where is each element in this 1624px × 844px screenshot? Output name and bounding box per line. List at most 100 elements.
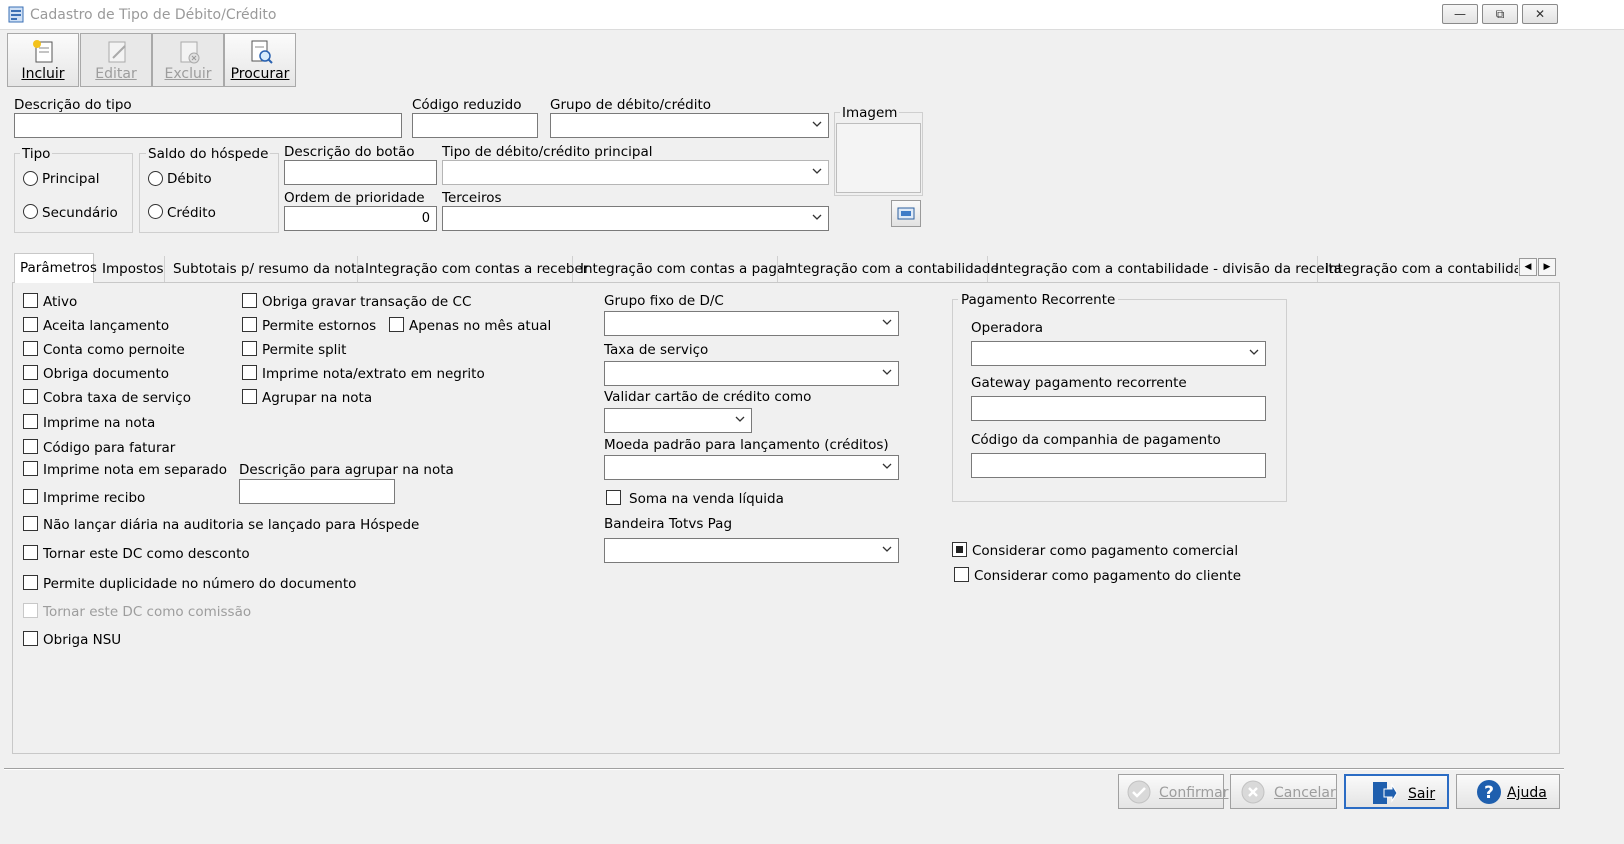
imprime-separado-label: Imprime nota em separado [43, 462, 228, 478]
close-button[interactable]: ✕ [1522, 4, 1558, 24]
incluir-button[interactable]: Incluir [7, 33, 79, 87]
tipo-principal-label: Principal [42, 171, 100, 187]
validar-cartao-label: Validar cartão de crédito como [604, 389, 812, 405]
aceita-lancamento-checkbox[interactable] [23, 317, 38, 332]
sair-button[interactable]: Sair [1344, 774, 1449, 809]
cancel-circle-icon [1241, 780, 1265, 804]
bandeira-select[interactable] [604, 538, 899, 563]
tipo-secundario-radio[interactable] [23, 204, 38, 219]
tipo-principal-radio[interactable] [23, 171, 38, 186]
nao-lancar-diaria-checkbox[interactable] [23, 516, 38, 531]
imprime-nota-checkbox[interactable] [23, 414, 38, 429]
agrupar-nota-label: Agrupar na nota [262, 390, 373, 406]
imprime-separado-checkbox[interactable] [23, 461, 38, 476]
saldo-debito-label: Débito [167, 171, 212, 187]
descricao-agrupar-label: Descrição para agrupar na nota [239, 462, 454, 478]
conta-pernoite-label: Conta como pernoite [43, 342, 185, 358]
conta-pernoite-checkbox[interactable] [23, 341, 38, 356]
image-icon [897, 207, 915, 220]
saldo-credito-radio[interactable] [148, 204, 163, 219]
soma-venda-checkbox[interactable] [606, 490, 621, 505]
tab-contabilidade[interactable]: Integração com a contabilidade [778, 256, 999, 282]
tab-subtotais[interactable]: Subtotais p/ resumo da nota [166, 256, 365, 282]
gateway-input[interactable] [971, 396, 1266, 421]
select-image-button[interactable] [891, 200, 921, 227]
terceiros-select[interactable] [442, 206, 829, 231]
close-icon: ✕ [1534, 7, 1546, 21]
triangle-right-icon: ▶ [1543, 262, 1551, 272]
triangle-left-icon: ◀ [1524, 262, 1532, 272]
operadora-select[interactable] [971, 341, 1266, 366]
descricao-botao-input[interactable] [284, 160, 437, 185]
excluir-button[interactable]: Excluir [152, 33, 224, 87]
imprime-recibo-checkbox[interactable] [23, 489, 38, 504]
tab-scroll-right-button[interactable]: ▶ [1538, 258, 1556, 276]
taxa-servico-select[interactable] [604, 361, 899, 386]
ativo-checkbox[interactable] [23, 293, 38, 308]
svg-text:?: ? [1484, 783, 1494, 803]
chevron-down-icon [882, 369, 892, 375]
tab-contabilidade-2[interactable]: Integração com a contabilidade [1318, 256, 1518, 282]
cobra-taxa-label: Cobra taxa de serviço [43, 390, 191, 406]
considerar-comercial-checkbox[interactable] [952, 542, 967, 557]
tab-contas-receber[interactable]: Integração com contas a receber [358, 256, 588, 282]
grupo-fixo-select[interactable] [604, 311, 899, 336]
soma-venda-label: Soma na venda líquida [629, 491, 784, 507]
imprime-recibo-label: Imprime recibo [43, 490, 146, 506]
nao-lancar-diaria-label: Não lançar diária na auditoria se lançad… [43, 517, 420, 533]
tab-contas-pagar[interactable]: Integração com contas a pagar [573, 256, 791, 282]
cancelar-button[interactable]: Cancelar [1230, 774, 1337, 809]
imagem-label: Imagem [840, 105, 900, 121]
imprime-negrito-label: Imprime nota/extrato em negrito [262, 366, 485, 382]
editar-button[interactable]: Editar [80, 33, 152, 87]
tipo-dc-principal-select[interactable] [442, 160, 829, 185]
taxa-servico-label: Taxa de serviço [604, 342, 709, 358]
descricao-agrupar-input[interactable] [239, 479, 395, 504]
tab-impostos[interactable]: Impostos [95, 256, 165, 282]
apenas-mes-atual-checkbox[interactable] [389, 317, 404, 332]
dc-comissao-checkbox[interactable] [23, 603, 38, 618]
tab-parametros[interactable]: Parâmetros [14, 253, 97, 283]
descricao-tipo-label: Descrição do tipo [14, 97, 132, 113]
permite-estornos-checkbox[interactable] [242, 317, 257, 332]
descricao-tipo-input[interactable] [14, 113, 402, 138]
validar-cartao-select[interactable] [604, 408, 752, 433]
cobra-taxa-checkbox[interactable] [23, 389, 38, 404]
moeda-padrao-select[interactable] [604, 455, 899, 480]
grupo-select[interactable] [550, 113, 829, 138]
obriga-nsu-checkbox[interactable] [23, 631, 38, 646]
tab-contabilidade-divisao[interactable]: Integração com a contabilidade - divisão… [988, 256, 1342, 282]
saldo-debito-radio[interactable] [148, 171, 163, 186]
codigo-faturar-checkbox[interactable] [23, 439, 38, 454]
permite-duplicidade-checkbox[interactable] [23, 575, 38, 590]
codigo-reduzido-input[interactable] [412, 113, 538, 138]
codigo-companhia-input[interactable] [971, 453, 1266, 478]
considerar-cliente-checkbox[interactable] [954, 567, 969, 582]
tab-scroll-left-button[interactable]: ◀ [1519, 258, 1537, 276]
chevron-down-icon [812, 214, 822, 220]
obriga-documento-label: Obriga documento [43, 366, 170, 382]
chevron-down-icon [882, 319, 892, 325]
ajuda-button[interactable]: ? Ajuda [1456, 774, 1560, 809]
dc-desconto-checkbox[interactable] [23, 545, 38, 560]
agrupar-nota-checkbox[interactable] [242, 389, 257, 404]
permite-split-checkbox[interactable] [242, 341, 257, 356]
obriga-documento-checkbox[interactable] [23, 365, 38, 380]
minimize-button[interactable]: — [1442, 4, 1478, 24]
obriga-nsu-label: Obriga NSU [43, 632, 122, 648]
maximize-button[interactable]: ⧉ [1482, 4, 1518, 24]
ordem-prioridade-input[interactable]: 0 [284, 206, 437, 231]
search-document-icon [251, 40, 273, 64]
imprime-negrito-checkbox[interactable] [242, 365, 257, 380]
confirmar-button[interactable]: Confirmar [1118, 774, 1229, 809]
dc-desconto-label: Tornar este DC como desconto [43, 546, 250, 562]
permite-estornos-label: Permite estornos [262, 318, 377, 334]
codigo-faturar-label: Código para faturar [43, 440, 176, 456]
ativo-label: Ativo [43, 294, 78, 310]
procurar-button[interactable]: Procurar [224, 33, 296, 87]
apenas-mes-atual-label: Apenas no mês atual [409, 318, 552, 334]
obriga-transacao-cc-checkbox[interactable] [242, 293, 257, 308]
title-bar: Cadastro de Tipo de Débito/Crédito — ⧉ ✕ [0, 0, 1624, 30]
codigo-reduzido-label: Código reduzido [412, 97, 522, 113]
check-circle-icon [1127, 780, 1151, 804]
